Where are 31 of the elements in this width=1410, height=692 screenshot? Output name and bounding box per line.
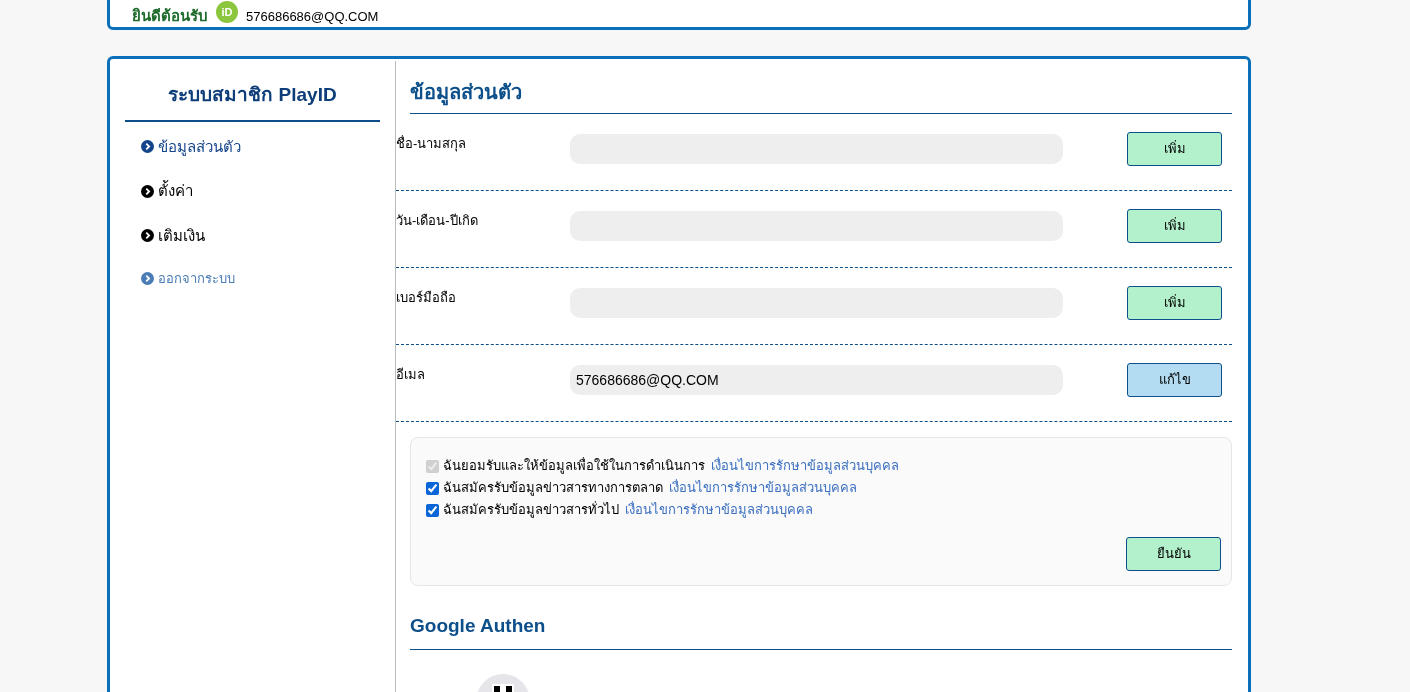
section-title: ข้อมูลส่วนตัว — [410, 77, 1232, 114]
consent-text: ฉันสมัครรับข้อมูลข่าวสารทั่วไป — [443, 500, 619, 520]
field-label: วัน-เดือน-ปีเกิด — [396, 212, 479, 230]
sidebar-link[interactable]: เติมเงิน — [141, 224, 380, 247]
edit-button[interactable]: แก้ไข — [1127, 363, 1222, 397]
add-button[interactable]: เพิ่ม — [1127, 209, 1222, 243]
consent-text: ฉันยอมรับและให้ข้อมูลเพื่อใช้ในการดำเนินการ — [443, 456, 705, 476]
chevron-circle-icon — [141, 272, 154, 286]
sidebar-link[interactable]: ข้อมูลส่วนตัว — [141, 135, 380, 158]
add-button[interactable]: เพิ่ม — [1127, 132, 1222, 166]
chevron-circle-icon — [141, 229, 154, 243]
field-label: เบอร์มือถือ — [396, 289, 457, 307]
section-title: Google Authen — [410, 612, 1232, 650]
id-badge: iD — [216, 1, 238, 23]
sidebar-title: ระบบสมาชิก PlayID — [125, 81, 380, 122]
text-field[interactable]: 576686686@QQ.COM — [570, 365, 1063, 395]
chevron-circle-icon — [141, 140, 154, 154]
greeting-text: ยินดีต้อนรับ — [132, 8, 208, 23]
consent-checkbox[interactable] — [426, 503, 439, 517]
sidebar-link[interactable]: ออกจากระบบ — [141, 269, 380, 289]
sidebar-link[interactable]: ตั้งค่า — [141, 180, 380, 203]
consent-checkbox[interactable] — [426, 481, 439, 495]
add-button[interactable]: เพิ่ม — [1127, 286, 1222, 320]
privacy-link[interactable]: เงื่อนไขการรักษาข้อมูลส่วนบุคคล — [625, 500, 813, 520]
privacy-link[interactable]: เงื่อนไขการรักษาข้อมูลส่วนบุคคล — [669, 478, 857, 498]
chevron-circle-icon — [141, 184, 154, 198]
consent-text: ฉันสมัครรับข้อมูลข่าวสารทางการตลาด — [443, 479, 663, 498]
user-email: 576686686@QQ.COM — [246, 10, 379, 23]
field-label: ชื่อ-นามสกุล — [396, 134, 468, 154]
confirm-button[interactable]: ยืนยัน — [1126, 537, 1221, 571]
field-label: อีเมล — [396, 366, 426, 384]
